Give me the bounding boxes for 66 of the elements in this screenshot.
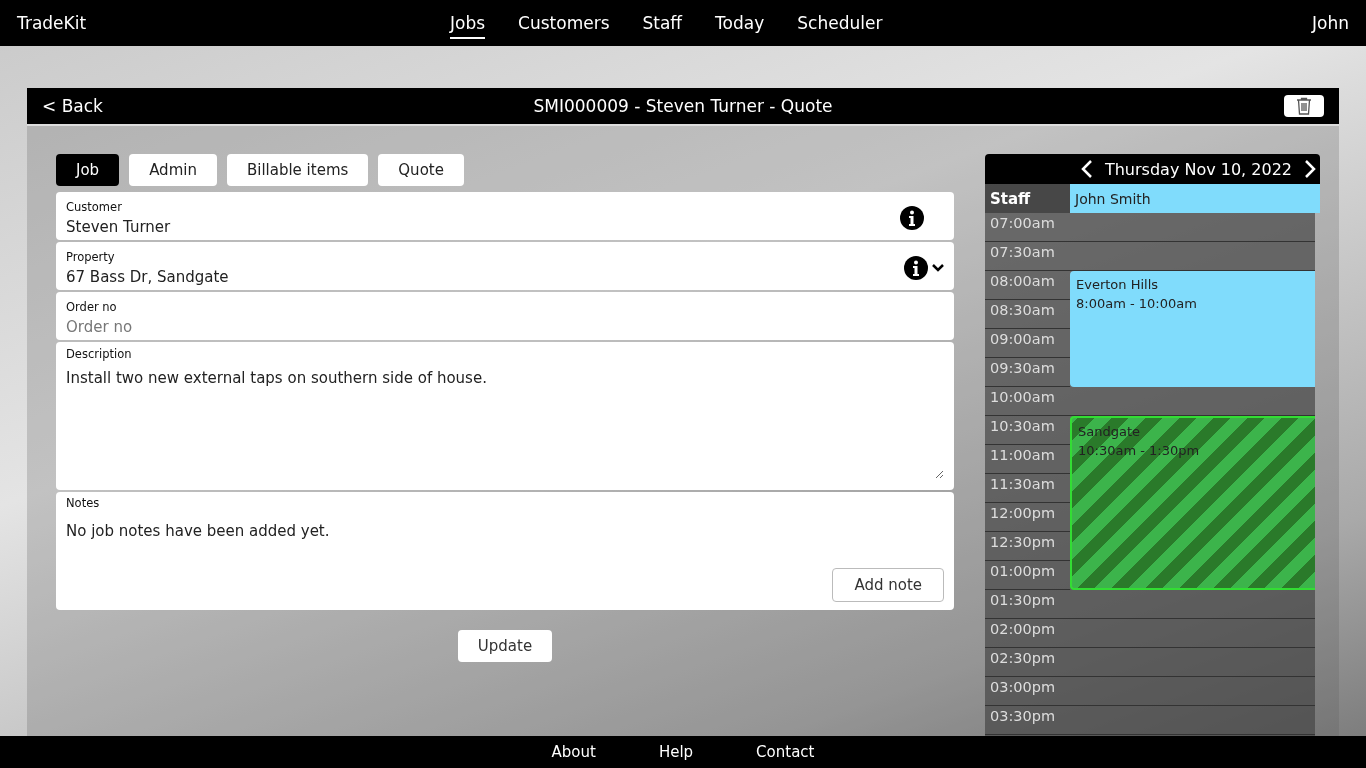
text-field[interactable]: Property 67 Bass Dr, Sandgate	[56, 242, 954, 290]
time-label: 01:00pm	[989, 563, 1056, 580]
nav-link[interactable]: Customers	[518, 7, 610, 39]
time-label: 08:00am	[989, 273, 1055, 290]
staff-name: John Smith	[1070, 184, 1320, 213]
text-field[interactable]: Customer Steven Turner	[56, 192, 954, 240]
field-label: Order no	[66, 299, 118, 314]
calendar-event[interactable]: Everton Hills 8:00am - 10:00am	[1070, 271, 1315, 387]
add-note-button[interactable]: Add note	[832, 568, 944, 602]
tab[interactable]: Quote	[378, 154, 464, 186]
input-field[interactable]: Steven Turner	[66, 217, 900, 236]
chevron-down-icon[interactable]	[932, 263, 944, 272]
time-label: 12:00pm	[989, 505, 1056, 522]
description-field[interactable]: Install two new external taps on southern side of house.	[66, 369, 944, 479]
time-label: 08:30am	[989, 302, 1055, 319]
event-title: Sandgate	[1078, 424, 1142, 439]
nav-link[interactable]: Today	[715, 7, 765, 39]
info-icon[interactable]	[900, 205, 924, 230]
info-icon[interactable]	[904, 255, 928, 280]
time-label: 02:30pm	[989, 650, 1056, 667]
nav-link[interactable]: Jobs	[450, 7, 486, 39]
time-label: 03:00pm	[989, 679, 1056, 696]
time-label: 07:30am	[989, 244, 1055, 261]
text-field[interactable]: Description Install two new external taps on southern side of house.	[56, 342, 954, 490]
delete-button[interactable]	[1284, 95, 1324, 117]
field-label: Customer	[66, 199, 123, 214]
text-field[interactable]: Order no Order no	[56, 292, 954, 340]
time-label: 10:00am	[989, 389, 1055, 406]
job-title: SMI000009 - Steven Turner - Quote	[532, 96, 834, 116]
tab[interactable]: Admin	[129, 154, 217, 186]
field-label: Description	[66, 347, 133, 361]
input-field[interactable]: Order no	[66, 317, 928, 336]
time-label: 02:00pm	[989, 621, 1056, 638]
event-time: 8:00am - 10:00am	[1076, 296, 1198, 311]
trash-icon	[1296, 97, 1312, 115]
chevron-left-icon[interactable]	[1080, 159, 1093, 179]
time-label: 07:00am	[989, 215, 1055, 232]
nav-link[interactable]: Staff	[642, 7, 683, 39]
footer-link[interactable]: Help	[658, 743, 694, 761]
event-title: Everton Hills	[1076, 277, 1160, 292]
calendar-event[interactable]: Sandgate 10:30am - 1:30pm	[1070, 416, 1315, 590]
time-label: 09:00am	[989, 331, 1055, 348]
chevron-right-icon[interactable]	[1304, 159, 1316, 179]
event-time: 10:30am - 1:30pm	[1078, 443, 1201, 458]
time-label: 12:30pm	[989, 534, 1056, 551]
time-label: 09:30am	[989, 360, 1055, 377]
tab[interactable]: Billable items	[226, 154, 369, 186]
time-label: 11:00am	[989, 447, 1055, 464]
field-label: Property	[66, 249, 116, 264]
brand-name[interactable]: TradeKit	[17, 13, 87, 33]
staff-heading: Staff	[985, 184, 1070, 213]
field-label: Notes	[66, 496, 101, 510]
nav-link[interactable]: Scheduler	[797, 7, 883, 39]
update-button[interactable]: Update	[457, 630, 553, 662]
input-field[interactable]: 67 Bass Dr, Sandgate	[66, 267, 904, 286]
footer-link[interactable]: About	[551, 743, 596, 761]
time-label: 03:30pm	[989, 708, 1056, 725]
notes-text: No job notes have been added yet.	[66, 522, 331, 540]
user-name[interactable]: John	[1312, 13, 1349, 33]
tab[interactable]: Job	[56, 154, 120, 186]
time-label: 10:30am	[989, 418, 1055, 435]
footer-link[interactable]: Contact	[756, 743, 815, 761]
time-label: 11:30am	[989, 476, 1055, 493]
calendar-date: Thursday Nov 10, 2022	[1104, 159, 1292, 179]
time-label: 01:30pm	[989, 592, 1056, 609]
back-link[interactable]: < Back	[42, 96, 202, 116]
